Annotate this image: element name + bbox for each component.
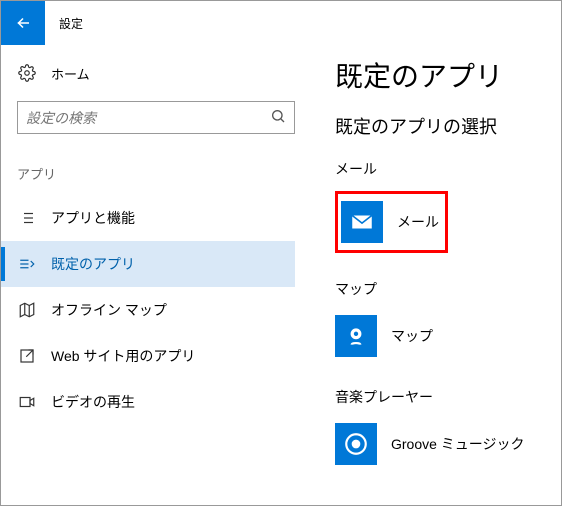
open-external-icon (17, 347, 37, 365)
default-app-mail[interactable]: メール (341, 197, 439, 247)
back-button[interactable] (1, 1, 45, 45)
section-label-maps: マップ (335, 279, 545, 299)
window-title: 設定 (59, 15, 83, 32)
search-input[interactable] (26, 110, 270, 126)
search-icon (270, 108, 286, 127)
map-icon (17, 301, 37, 319)
sidebar-item-default-apps[interactable]: 既定のアプリ (1, 241, 295, 287)
arrow-left-icon (14, 14, 32, 32)
groove-icon (335, 423, 377, 465)
sidebar-item-label: ビデオの再生 (51, 392, 135, 412)
gear-icon (17, 64, 37, 82)
list-icon (17, 209, 37, 227)
sidebar-category: アプリ (17, 164, 295, 183)
highlight-mail-default: メール (335, 191, 448, 253)
sidebar-item-label: オフライン マップ (51, 300, 167, 320)
default-app-maps[interactable]: マップ (335, 311, 545, 361)
sidebar-item-websites-apps[interactable]: Web サイト用のアプリ (1, 333, 295, 379)
sidebar-item-video-playback[interactable]: ビデオの再生 (1, 379, 295, 425)
page-title: 既定のアプリ (335, 55, 545, 95)
defaults-icon (17, 255, 37, 273)
sidebar-item-label: アプリと機能 (51, 208, 135, 228)
main-pane: 既定のアプリ 既定のアプリの選択 メール メール マップ マップ 音楽プレーヤー… (311, 45, 561, 505)
mail-icon (341, 201, 383, 243)
video-icon (17, 393, 37, 411)
sidebar-item-label: 既定のアプリ (51, 254, 135, 274)
sidebar-item-label: Web サイト用のアプリ (51, 346, 195, 366)
app-name: メール (397, 212, 439, 232)
sidebar-item-offline-maps[interactable]: オフライン マップ (1, 287, 295, 333)
sidebar-home[interactable]: ホーム (17, 55, 295, 91)
page-subheading: 既定のアプリの選択 (335, 113, 545, 139)
app-name: マップ (391, 326, 433, 346)
sidebar: ホーム アプリ アプリと機能 既定のアプリ (1, 45, 311, 505)
app-name: Groove ミュージック (391, 434, 525, 454)
search-input-box[interactable] (17, 101, 295, 134)
default-app-music[interactable]: Groove ミュージック (335, 419, 545, 469)
sidebar-home-label: ホーム (51, 64, 90, 83)
section-label-mail: メール (335, 159, 545, 179)
maps-app-icon (335, 315, 377, 357)
section-label-music: 音楽プレーヤー (335, 387, 545, 407)
titlebar: 設定 (1, 1, 561, 45)
sidebar-item-apps-features[interactable]: アプリと機能 (1, 195, 295, 241)
